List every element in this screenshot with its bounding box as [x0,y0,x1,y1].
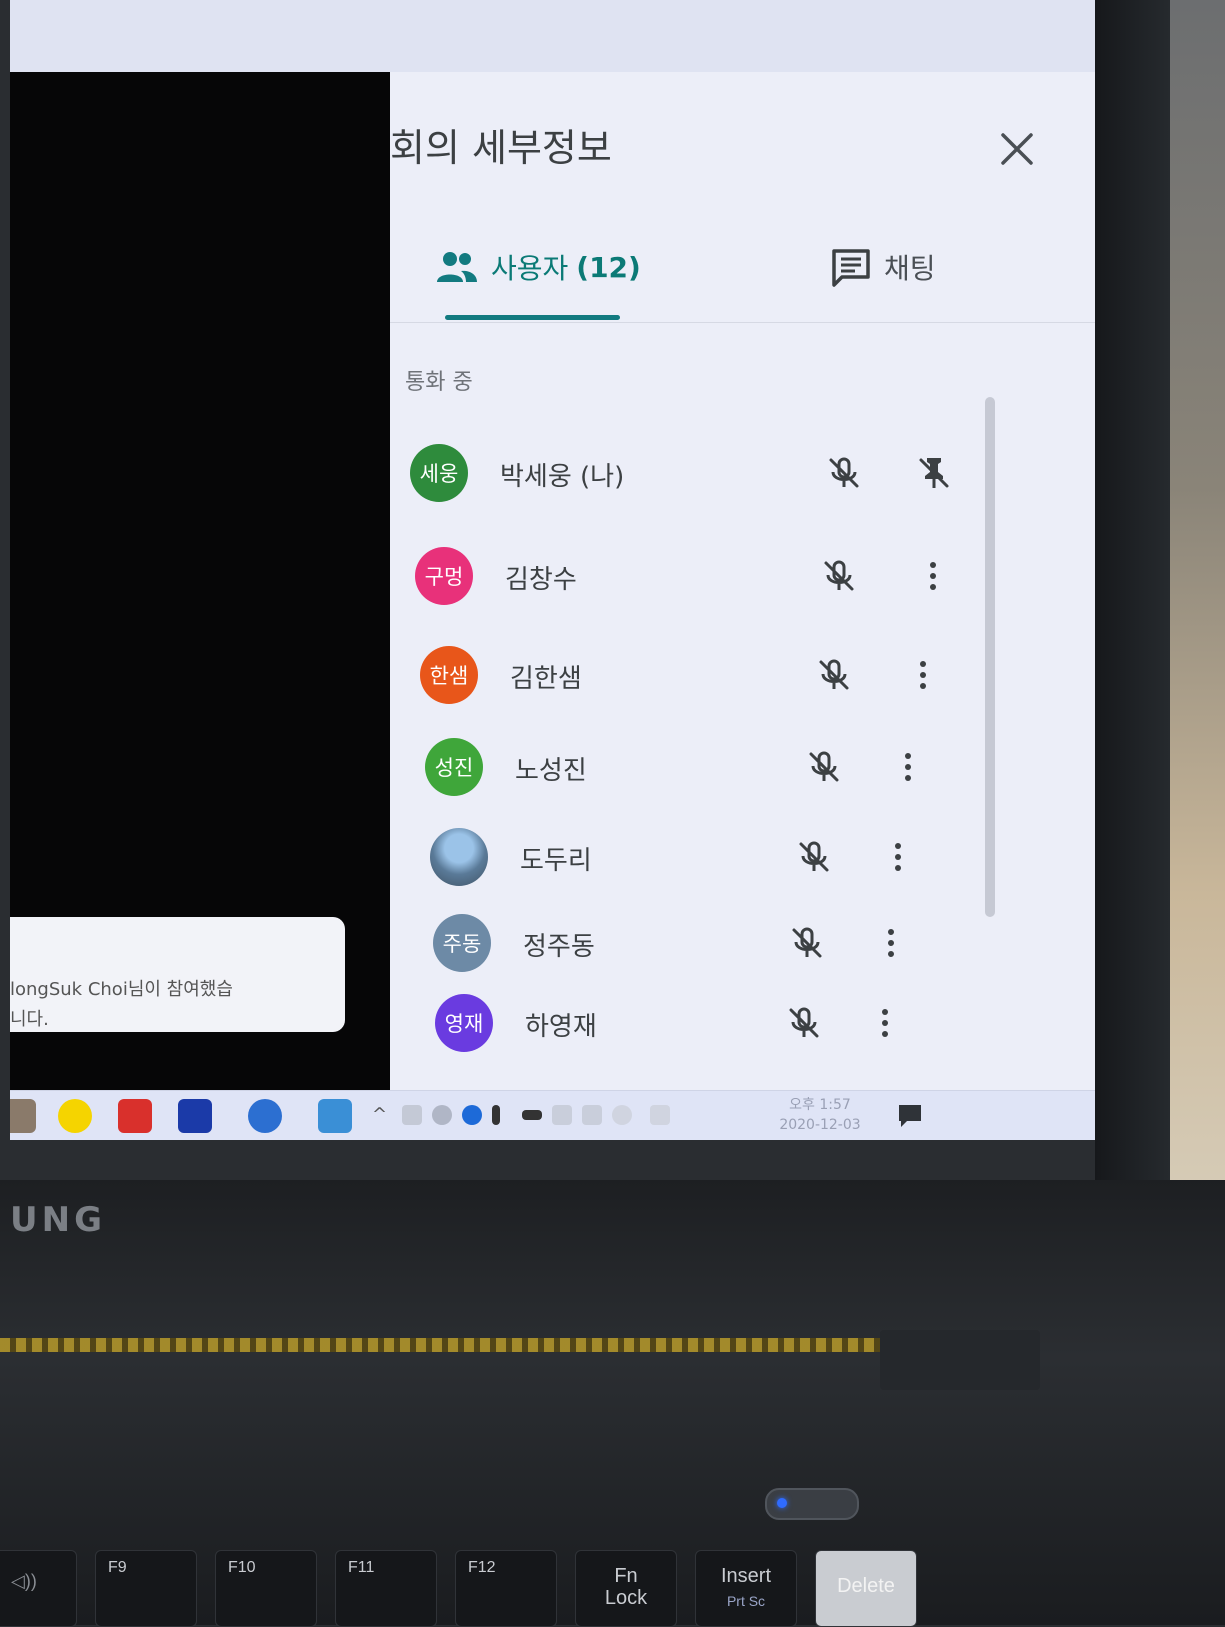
laptop-screen: longSuk Choi님이 참여했습 니다. 회의 세부정보 사용자 (12)… [10,0,1095,1140]
hinge [880,1330,1040,1390]
status-icon[interactable] [612,1105,632,1125]
key-f11[interactable]: F11 [335,1550,437,1627]
tab-people-label: 사용자 [491,252,569,285]
more-options-icon[interactable] [885,838,911,876]
participant-row: 도두리 [430,828,990,888]
avatar: 한샘 [420,646,478,704]
more-options-icon[interactable] [895,748,921,786]
meeting-top-bar [10,0,1095,72]
tab-divider [390,322,1095,323]
x-app-icon[interactable] [118,1099,152,1133]
participant-name: 하영재 [525,1012,597,1042]
participant-name: 김한샘 [510,664,582,694]
key-insert[interactable]: Insert Prt Sc [695,1550,797,1627]
chat-icon [832,249,870,287]
tray-app-icon[interactable] [432,1105,452,1125]
battery-icon[interactable] [522,1110,542,1120]
mic-off-icon [819,659,849,690]
people-icon [437,252,477,282]
avatar: 성진 [425,738,483,796]
meeting-details-panel: 회의 세부정보 사용자 (12) 채팅 통화 중 세웅 박세웅 (나) 구멍 김… [390,72,1095,1112]
panel-title: 회의 세부정보 [390,126,612,170]
participant-name: 도두리 [520,846,592,876]
mic-off-icon [792,927,822,958]
participant-row: 구멍 김창수 [415,547,975,607]
mic-off-icon [809,751,839,782]
more-options-icon[interactable] [910,656,936,694]
participant-name: 정주동 [523,932,595,962]
participant-row: 주동 정주동 [433,914,993,974]
taskbar-clock[interactable]: 오후 1:57 2020-12-03 [765,1095,875,1135]
mic-off-icon [799,841,829,872]
key-f9[interactable]: F9 [95,1550,197,1627]
close-icon[interactable] [995,127,1039,171]
office-icon[interactable] [248,1099,282,1133]
mic-off-icon [824,560,854,591]
clock-time: 오후 1:57 [789,1097,851,1113]
avatar: 주동 [433,914,491,972]
participant-name: 노성진 [515,756,587,786]
screen-bezel [1095,0,1170,1180]
key-f10[interactable]: F10 [215,1550,317,1627]
participant-row: 영재 하영재 [435,994,995,1054]
avatar: 영재 [435,994,493,1052]
tab-people[interactable]: 사용자 (12) [435,242,641,292]
clock-date: 2020-12-03 [779,1117,861,1133]
keyboard-function-row: ◁)) F9 F10 F11 F12 Fn Lock Insert Prt Sc… [0,1550,1225,1627]
media-player-icon[interactable] [178,1099,212,1133]
avatar [430,828,488,886]
more-options-icon[interactable] [872,1004,898,1042]
tab-chat[interactable]: 채팅 [830,242,936,292]
participant-name: 김창수 [505,565,577,595]
tray-app-icon[interactable] [402,1105,422,1125]
pin-icon[interactable] [915,454,953,492]
mic-off-icon [789,1007,819,1038]
tab-chat-label: 채팅 [884,252,936,285]
brand-logo: UNG [10,1200,106,1240]
participant-row: 세웅 박세웅 (나) [410,444,970,504]
home-icon[interactable] [10,1099,36,1133]
tab-people-count: (12) [576,250,641,284]
avatar: 구멍 [415,547,473,605]
more-options-icon[interactable] [878,924,904,962]
key-f12[interactable]: F12 [455,1550,557,1627]
kakaotalk-icon[interactable] [58,1099,92,1133]
chevron-up-icon[interactable]: ^ [372,1105,392,1125]
section-in-call: 통화 중 [405,370,473,395]
onedrive-icon[interactable] [462,1105,482,1125]
mic-off-icon [829,457,859,488]
network-icon[interactable] [552,1105,572,1125]
volume-icon[interactable] [582,1105,602,1125]
join-notification-text: longSuk Choi님이 참여했습 니다. [10,979,233,1030]
notification-icon[interactable] [895,1101,925,1131]
video-stage: longSuk Choi님이 참여했습 니다. [10,72,390,1112]
join-notification: longSuk Choi님이 참여했습 니다. [10,917,345,1032]
ruler-icon[interactable] [318,1099,352,1133]
participant-row: 한샘 김한샘 [420,646,980,706]
more-options-icon[interactable] [920,557,946,595]
hinge-strip [0,1338,880,1352]
key-delete[interactable]: Delete [815,1550,917,1627]
usb-icon[interactable] [492,1105,500,1125]
key-fn-lock[interactable]: Fn Lock [575,1550,677,1627]
participant-row: 성진 노성진 [425,738,985,798]
power-button[interactable] [765,1488,859,1520]
key-volume[interactable]: ◁)) [0,1550,77,1627]
avatar: 세웅 [410,444,468,502]
windows-taskbar: ^ 오후 1:57 2020-12-03 [10,1090,1095,1140]
active-tab-indicator [445,315,620,320]
participant-name: 박세웅 (나) [500,462,625,492]
ime-icon[interactable] [650,1105,670,1125]
